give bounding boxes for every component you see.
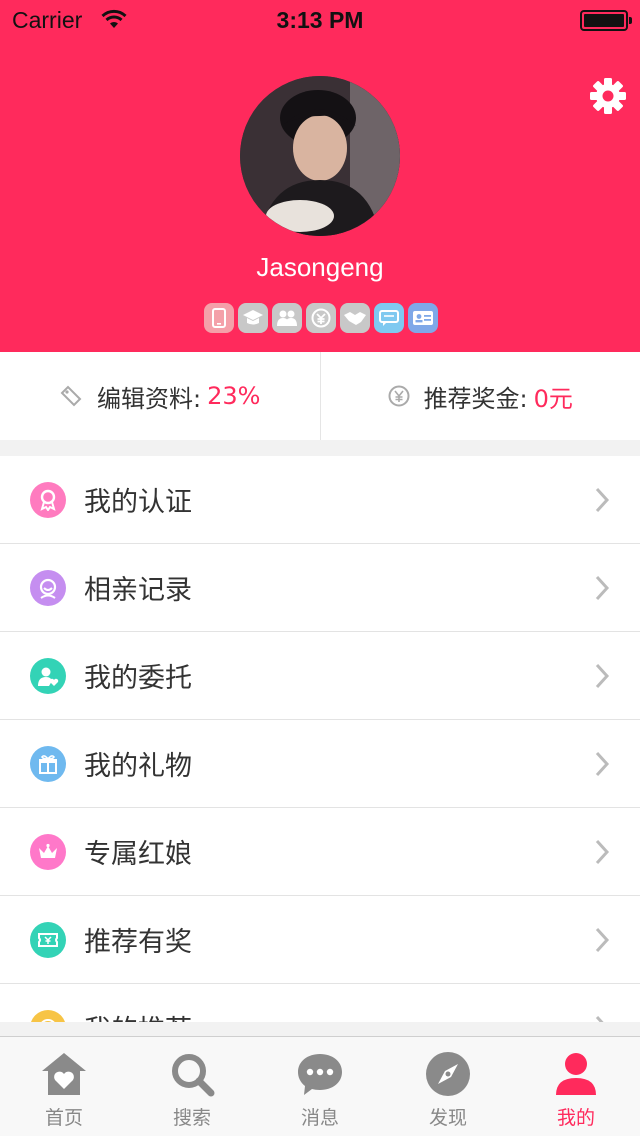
settings-gear-icon[interactable] [589, 77, 627, 115]
tab-label: 发现 [428, 1107, 467, 1129]
menu-item-label: 推荐有奖 [84, 927, 192, 958]
verification-badges [204, 303, 438, 333]
ribbon-icon [30, 481, 66, 518]
menu-item-label: 相亲记录 [84, 575, 192, 606]
compass-icon [426, 1052, 470, 1096]
tab-label: 我的 [556, 1107, 595, 1129]
edit-profile-value: 23% [207, 382, 261, 410]
menu-item-dating-records[interactable]: 相亲记录 [0, 544, 640, 632]
search-icon [172, 1054, 215, 1097]
tab-me[interactable]: 我的 [512, 1037, 640, 1136]
chevron-right-icon [595, 751, 610, 777]
username: Jasongeng [256, 252, 384, 282]
menu-item-matchmaker[interactable]: 专属红娘 [0, 808, 640, 896]
edit-profile-label: 编辑资料: [97, 384, 202, 413]
referral-bonus-label: 推荐奖金: [423, 384, 528, 413]
handshake-icon[interactable] [340, 303, 370, 333]
menu-item-label: 我的委托 [84, 663, 192, 694]
yen-coin-icon [388, 385, 410, 407]
phone-icon[interactable] [204, 303, 234, 333]
graduation-cap-icon[interactable] [238, 303, 268, 333]
menu-item-referral-rewards[interactable]: 推荐有奖 [0, 896, 640, 984]
tab-label: 消息 [300, 1107, 339, 1129]
profile-header: Carrier 3:13 PM Jasongeng [0, 0, 640, 352]
chevron-right-icon [595, 663, 610, 689]
edit-profile-stat[interactable]: 编辑资料: 23% [0, 352, 320, 440]
referral-bonus-value: 0元 [533, 384, 573, 413]
chevron-right-icon [595, 839, 610, 865]
home-heart-icon [42, 1053, 86, 1095]
tab-discover[interactable]: 发现 [384, 1037, 512, 1136]
ticket-icon [30, 921, 66, 958]
couple-icon[interactable] [272, 303, 302, 333]
menu-list: 我的认证 相亲记录 我的委托 我的礼物 专属红娘 推荐有奖 [0, 456, 640, 1024]
stats-row: 编辑资料: 23% 推荐奖金: 0元 [0, 352, 640, 440]
menu-item-gifts[interactable]: 我的礼物 [0, 720, 640, 808]
battery-icon [580, 10, 632, 31]
status-bar: Carrier 3:13 PM [0, 0, 640, 40]
list-bottom-spacer [0, 1022, 640, 1036]
tab-label: 搜索 [172, 1107, 211, 1129]
chevron-right-icon [595, 575, 610, 601]
menu-item-my-recommendations[interactable]: 我的推荐 [0, 984, 640, 1024]
menu-item-label: 我的礼物 [84, 751, 192, 782]
tag-icon [59, 384, 83, 408]
person-heart-icon [30, 657, 66, 694]
avatar[interactable] [240, 76, 400, 236]
crown-icon [30, 833, 66, 870]
gift-icon [30, 745, 66, 782]
tab-messages[interactable]: 消息 [256, 1037, 384, 1136]
menu-item-certification[interactable]: 我的认证 [0, 456, 640, 544]
face-icon [30, 569, 66, 606]
money-icon[interactable] [306, 303, 336, 333]
chat-icon[interactable] [374, 303, 404, 333]
tab-search[interactable]: 搜索 [128, 1037, 256, 1136]
tab-home[interactable]: 首页 [0, 1037, 128, 1136]
chevron-right-icon [595, 927, 610, 953]
menu-item-commissions[interactable]: 我的委托 [0, 632, 640, 720]
tab-bar: 首页 搜索 消息 发现 我的 [0, 1036, 640, 1136]
referral-bonus-stat[interactable]: 推荐奖金: 0元 [319, 352, 640, 440]
tab-label: 首页 [44, 1107, 83, 1129]
menu-item-label: 专属红娘 [84, 839, 192, 870]
clock: 3:13 PM [276, 7, 364, 33]
chevron-right-icon [595, 487, 610, 513]
user-icon [556, 1053, 596, 1095]
menu-item-label: 我的认证 [84, 487, 192, 518]
id-card-icon[interactable] [408, 303, 438, 333]
message-bubble-icon [298, 1054, 342, 1095]
